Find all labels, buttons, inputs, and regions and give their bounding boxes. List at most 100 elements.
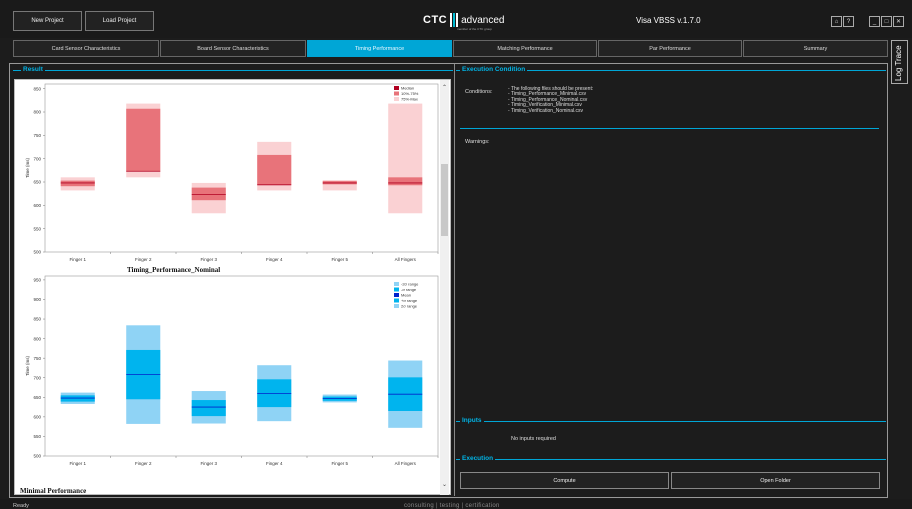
title-bar: New Project Load Project CTC advanced me… — [0, 0, 912, 38]
conditions-list: - The following files should be present:… — [508, 86, 593, 114]
open-folder-button[interactable]: Open Folder — [671, 472, 880, 489]
inputs-title: Inputs — [460, 417, 484, 424]
x-tick-label: Finger 5 — [331, 461, 348, 466]
new-project-button[interactable]: New Project — [13, 11, 82, 31]
scrollbar-thumb[interactable] — [441, 164, 448, 236]
close-icon[interactable]: ✕ — [893, 16, 904, 27]
box-range-10-75 — [257, 154, 292, 185]
result-view: 500 550 600 650 700 750 800 850 Time (ms) Finger … — [14, 79, 451, 495]
execution-title: Execution — [460, 455, 496, 462]
y-tick-label: 600 — [33, 203, 41, 208]
y-axis-label: Time (ms) — [25, 355, 30, 376]
inputs-text: No inputs required — [511, 436, 556, 442]
legend-swatch — [394, 91, 399, 96]
log-trace-button[interactable]: Log Trace — [891, 40, 908, 84]
status-text: Ready — [13, 503, 29, 509]
vertical-divider — [454, 64, 455, 496]
y-tick-label: 550 — [33, 226, 41, 231]
y-tick-label: 850 — [33, 86, 41, 91]
compute-button[interactable]: Compute — [460, 472, 669, 489]
logo-ctc-text: CTC — [423, 14, 448, 26]
legend-label: -σ range — [401, 287, 417, 292]
x-tick-label: Finger 4 — [266, 257, 283, 262]
scroll-down-icon[interactable]: ⌄ — [441, 481, 448, 488]
log-trace-label: Log Trace — [894, 45, 903, 81]
y-tick-label: 600 — [33, 415, 41, 420]
execution-divider — [456, 459, 886, 460]
exec-condition-title: Execution Condition — [460, 66, 528, 73]
chart-1-plot-frame — [44, 275, 439, 457]
y-tick-label: 650 — [33, 395, 41, 400]
legend-swatch — [394, 97, 399, 101]
tab-matching-performance[interactable]: Matching Performance — [453, 40, 597, 57]
legend-swatch — [394, 282, 399, 286]
tab-par-performance[interactable]: Par Performance — [598, 40, 742, 57]
warnings-label: Warnings: — [465, 139, 490, 145]
y-tick-label: 750 — [33, 356, 41, 361]
logo-advanced-text: advanced — [461, 14, 505, 26]
y-tick-label: 950 — [33, 278, 41, 283]
inputs-divider — [456, 421, 886, 422]
legend-label: 2σ range — [401, 304, 418, 309]
x-tick-label: Finger 1 — [69, 257, 86, 262]
y-tick-label: 550 — [33, 434, 41, 439]
legend-label: -2σ range — [401, 282, 419, 287]
tab-board-sensor[interactable]: Board Sensor Characteristics — [160, 40, 306, 57]
legend-swatch — [394, 293, 399, 297]
x-tick-label: Finger 3 — [200, 257, 217, 262]
conditions-separator — [460, 128, 879, 129]
logo-bars-icon — [450, 13, 459, 27]
app-version: Visa VBSS v.1.7.0 — [636, 16, 701, 25]
y-axis-label: Time (ms) — [25, 157, 30, 178]
chart-nominal-title: Timing_Performance_Nominal — [127, 266, 221, 274]
x-tick-label: Finger 5 — [331, 257, 348, 262]
y-tick-label: 500 — [33, 250, 41, 255]
x-tick-label: Finger 3 — [200, 461, 217, 466]
x-tick-label: Finger 1 — [69, 461, 86, 466]
box-range-10-75 — [60, 180, 95, 187]
box-range-10-75 — [126, 108, 161, 172]
tab-card-sensor[interactable]: Card Sensor Characteristics — [13, 40, 159, 57]
logo-subtitle: member of the CTC group — [457, 27, 492, 31]
y-tick-label: 800 — [33, 110, 41, 115]
x-tick-label: All Fingers — [395, 461, 417, 466]
chart-minimal-title: Minimal Performance — [20, 487, 87, 495]
legend-swatch — [394, 304, 399, 308]
ctc-logo: CTC advanced — [423, 12, 504, 28]
help-button[interactable]: ? — [843, 16, 854, 27]
legend-label: Median — [401, 86, 414, 91]
y-tick-label: 850 — [33, 317, 41, 322]
y-tick-label: 800 — [33, 336, 41, 341]
minimize-icon[interactable]: _ — [869, 16, 880, 27]
load-project-button[interactable]: Load Project — [85, 11, 154, 31]
conditions-label: Conditions: — [465, 89, 493, 95]
result-divider — [13, 70, 453, 71]
chart-0-plot-frame — [44, 83, 439, 253]
legend-swatch — [394, 298, 399, 303]
y-tick-label: 750 — [33, 133, 41, 138]
box-range-10-75 — [388, 177, 423, 186]
x-tick-label: All Fingers — [395, 257, 417, 262]
home-icon[interactable]: ⌂ — [831, 16, 842, 27]
x-tick-label: Finger 2 — [135, 257, 152, 262]
scroll-up-icon[interactable]: ⌃ — [441, 84, 448, 91]
box-range-1-sigma — [191, 400, 226, 417]
x-tick-label: Finger 4 — [266, 461, 283, 466]
y-tick-label: 900 — [33, 297, 41, 302]
condition-line: - Timing_Verification_Nominal.csv — [508, 107, 584, 114]
y-tick-label: 700 — [33, 156, 41, 161]
result-scrollbar[interactable] — [440, 80, 449, 495]
legend-label: Mean — [401, 293, 411, 298]
y-tick-label: 650 — [33, 180, 41, 185]
box-range-75-max — [388, 103, 423, 214]
y-tick-label: 700 — [33, 375, 41, 380]
box-range-10-75 — [191, 187, 226, 201]
legend-swatch — [394, 86, 399, 90]
tab-timing-performance[interactable]: Timing Performance — [307, 40, 452, 57]
legend-swatch — [394, 287, 399, 292]
x-tick-label: Finger 2 — [135, 461, 152, 466]
footer-tagline: consulting | testing | certification — [404, 503, 500, 509]
maximize-icon[interactable]: □ — [881, 16, 892, 27]
legend-label: +σ range — [401, 298, 418, 303]
tab-summary[interactable]: Summary — [743, 40, 888, 57]
